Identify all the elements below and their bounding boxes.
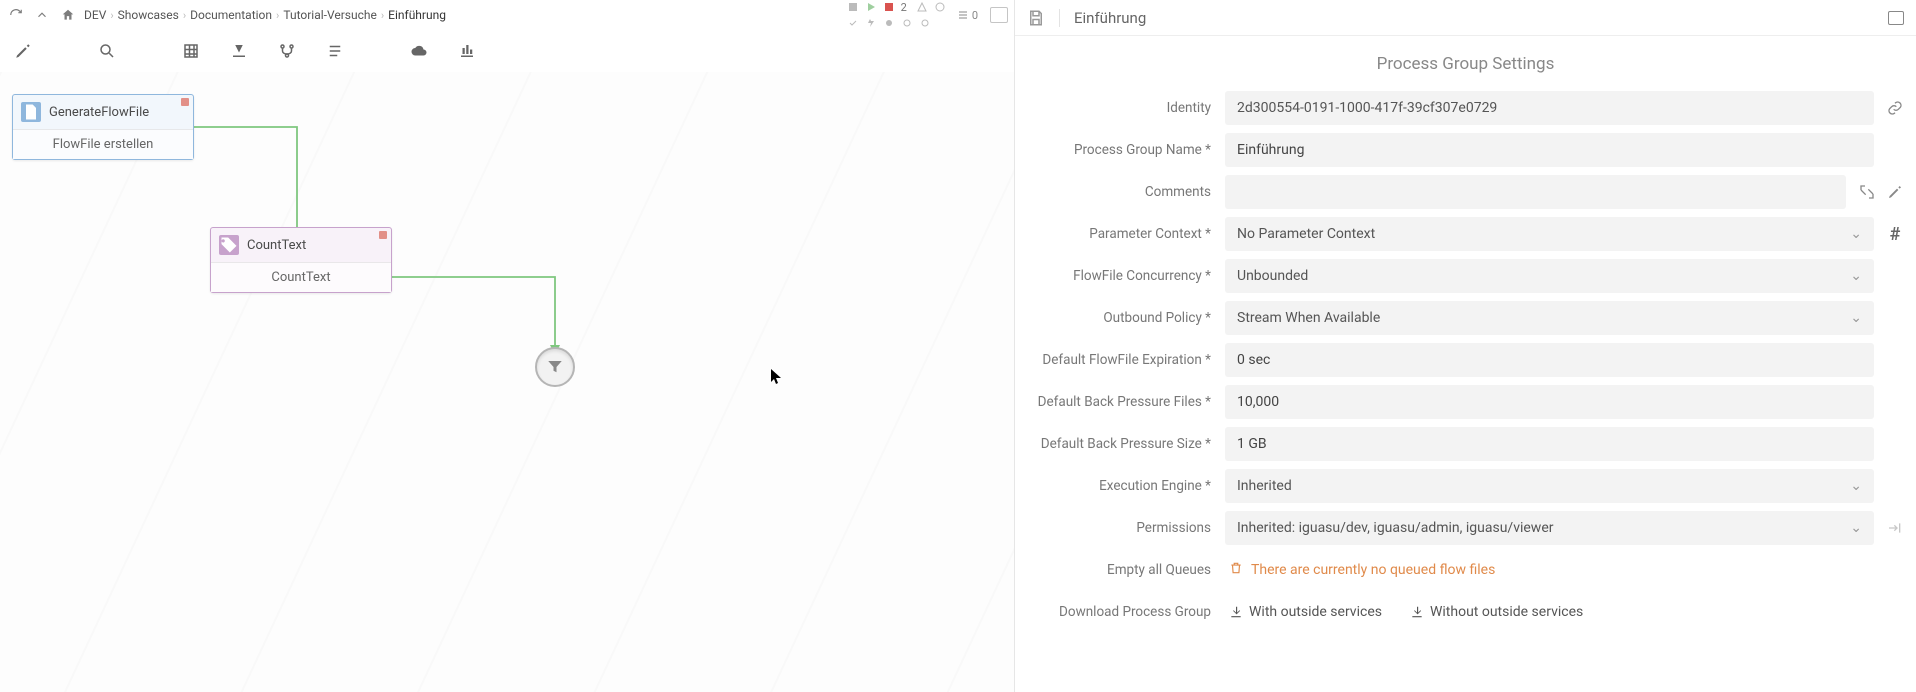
breadcrumb-item[interactable]: Tutorial-Versuche xyxy=(283,8,377,22)
dot2-icon xyxy=(900,16,914,30)
label-bp-size: Default Back Pressure Size xyxy=(1025,436,1215,452)
expand-icon[interactable] xyxy=(1856,184,1878,200)
search-tool[interactable] xyxy=(94,38,120,64)
play-icon[interactable] xyxy=(864,0,878,14)
dot3-icon xyxy=(918,16,932,30)
field-identity: 2d300554-0191-1000-417f-39cf307e0729 xyxy=(1225,91,1874,125)
funnel-node[interactable] xyxy=(535,347,575,387)
edit-tool[interactable] xyxy=(10,38,36,64)
stopped-indicator xyxy=(181,98,189,106)
processor-node-generateflowfile[interactable]: GenerateFlowFile FlowFile erstellen xyxy=(12,94,194,160)
field-concurrency[interactable]: Unbounded ⌄ xyxy=(1225,259,1874,293)
field-permissions[interactable]: Inherited: iguasu/dev, iguasu/admin, igu… xyxy=(1225,511,1874,545)
cloud-tool[interactable] xyxy=(406,38,432,64)
node-title: CountText xyxy=(247,238,306,253)
home-button[interactable] xyxy=(58,5,78,25)
stopped-indicator xyxy=(379,231,387,239)
maximize-panel-button[interactable] xyxy=(1888,11,1904,25)
status-icon xyxy=(846,0,860,14)
node-subtitle: FlowFile erstellen xyxy=(13,129,193,159)
chevron-down-icon: ⌄ xyxy=(1850,520,1862,536)
refresh-button[interactable] xyxy=(6,5,26,25)
field-comments[interactable] xyxy=(1225,175,1846,209)
label-identity: Identity xyxy=(1025,100,1215,116)
node-title: GenerateFlowFile xyxy=(49,105,149,120)
label-outbound: Outbound Policy xyxy=(1025,310,1215,326)
breadcrumb-item[interactable]: Showcases xyxy=(118,8,179,22)
stop-icon[interactable] xyxy=(882,0,896,14)
branch-tool[interactable] xyxy=(274,38,300,64)
nav-up-button[interactable] xyxy=(32,5,52,25)
flow-canvas[interactable]: GenerateFlowFile FlowFile erstellen Coun… xyxy=(0,72,1014,692)
download-without-services-button[interactable]: Without outside services xyxy=(1410,604,1583,620)
chevron-down-icon: ⌄ xyxy=(1850,478,1862,494)
chart-tool[interactable] xyxy=(454,38,480,64)
chevron-down-icon: ⌄ xyxy=(1850,226,1862,242)
label-param-context: Parameter Context xyxy=(1025,226,1215,242)
field-param-context[interactable]: No Parameter Context ⌄ xyxy=(1225,217,1874,251)
field-bp-files[interactable]: 10,000 xyxy=(1225,385,1874,419)
reset-icon xyxy=(1884,520,1906,536)
field-expiration[interactable]: 0 sec xyxy=(1225,343,1874,377)
warn-icon xyxy=(915,0,929,14)
label-comments: Comments xyxy=(1025,184,1215,200)
download-with-services-button[interactable]: With outside services xyxy=(1229,604,1382,620)
mouse-cursor xyxy=(771,369,783,385)
breadcrumb-current: Einführung xyxy=(388,8,446,22)
align-tool[interactable] xyxy=(226,38,252,64)
section-title: Process Group Settings xyxy=(1025,54,1906,74)
save-button[interactable] xyxy=(1027,9,1045,27)
stopped-count: 2 xyxy=(901,1,907,14)
panel-title: Einführung xyxy=(1074,9,1146,27)
field-name[interactable]: Einführung xyxy=(1225,133,1874,167)
label-engine: Execution Engine xyxy=(1025,478,1215,494)
label-concurrency: FlowFile Concurrency xyxy=(1025,268,1215,284)
label-name: Process Group Name xyxy=(1025,142,1215,158)
list-count: 0 xyxy=(957,9,978,22)
label-expiration: Default FlowFile Expiration xyxy=(1025,352,1215,368)
bolt-icon xyxy=(864,16,878,30)
node-subtitle: CountText xyxy=(211,262,391,292)
chevron-down-icon: ⌄ xyxy=(1850,268,1862,284)
label-empty-queues: Empty all Queues xyxy=(1025,562,1215,578)
grid-tool[interactable] xyxy=(178,38,204,64)
breadcrumb: DEV › Showcases › Documentation › Tutori… xyxy=(84,8,446,22)
list-tool[interactable] xyxy=(322,38,348,64)
label-download: Download Process Group xyxy=(1025,604,1215,620)
processor-node-counttext[interactable]: CountText CountText xyxy=(210,227,392,293)
tag-icon xyxy=(219,235,239,255)
maximize-canvas-button[interactable] xyxy=(990,7,1008,23)
clock-icon xyxy=(933,0,947,14)
field-bp-size[interactable]: 1 GB xyxy=(1225,427,1874,461)
label-bp-files: Default Back Pressure Files xyxy=(1025,394,1215,410)
label-permissions: Permissions xyxy=(1025,520,1215,536)
dot-icon xyxy=(882,16,896,30)
link-icon[interactable] xyxy=(1884,100,1906,116)
edit-icon[interactable] xyxy=(1884,184,1906,200)
breadcrumb-root[interactable]: DEV xyxy=(84,8,106,22)
hash-button[interactable]: # xyxy=(1884,224,1906,245)
field-engine[interactable]: Inherited ⌄ xyxy=(1225,469,1874,503)
chevron-down-icon: ⌄ xyxy=(1850,310,1862,326)
file-icon xyxy=(21,102,41,122)
trash-icon xyxy=(1229,561,1243,579)
field-outbound[interactable]: Stream When Available ⌄ xyxy=(1225,301,1874,335)
check-icon xyxy=(846,16,860,30)
breadcrumb-item[interactable]: Documentation xyxy=(190,8,272,22)
empty-queues-status: There are currently no queued flow files xyxy=(1225,561,1495,579)
